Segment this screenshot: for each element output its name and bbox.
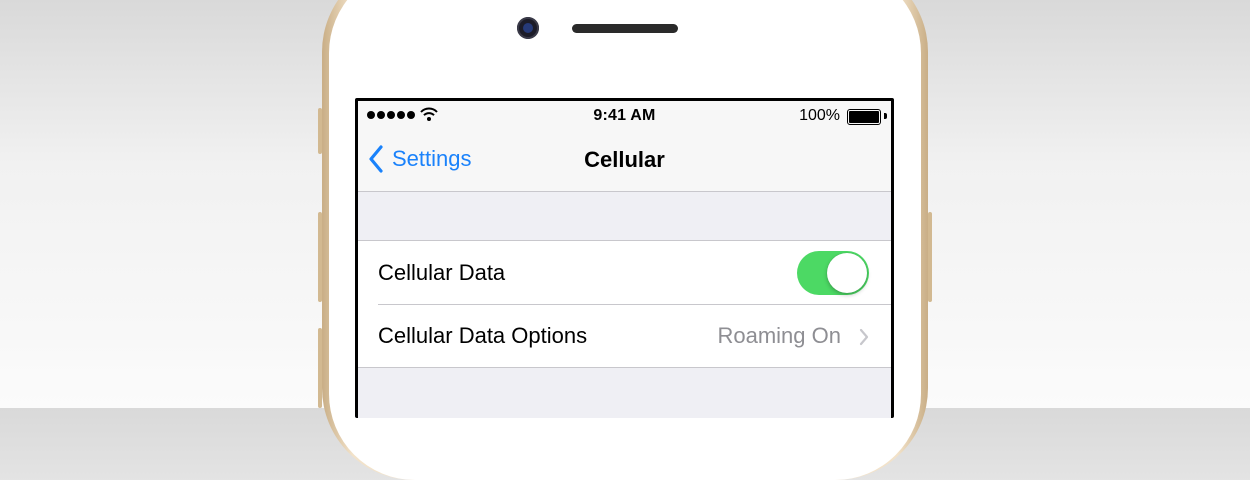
settings-group: Cellular Data Cellular Data Options Roam… xyxy=(358,240,891,368)
phone-screen: 9:41 AM 100% Settings Cellular Cellular … xyxy=(355,98,894,418)
side-button-upper xyxy=(318,108,322,154)
toggle-knob xyxy=(827,253,867,293)
roaming-status-value: Roaming On xyxy=(717,323,841,348)
navigation-bar: 9:41 AM 100% Settings Cellular xyxy=(358,101,891,192)
side-button-lower xyxy=(318,328,322,408)
front-camera xyxy=(517,17,539,39)
chevron-right-icon xyxy=(859,328,869,346)
cellular-data-label: Cellular Data xyxy=(378,259,506,285)
battery-icon xyxy=(847,109,881,125)
earpiece-speaker xyxy=(572,24,678,33)
cellular-data-row: Cellular Data xyxy=(358,241,891,304)
status-bar: 9:41 AM 100% xyxy=(358,101,891,129)
page-title: Cellular xyxy=(584,147,665,172)
cellular-data-toggle[interactable] xyxy=(797,251,869,295)
cellular-data-options-row[interactable]: Cellular Data Options Roaming On xyxy=(358,304,891,367)
side-button-middle xyxy=(318,212,322,302)
battery-level xyxy=(849,111,879,123)
battery-percentage: 100% xyxy=(799,107,840,124)
settings-display: 9:41 AM 100% Settings Cellular Cellular … xyxy=(358,101,891,418)
cellular-data-options-label: Cellular Data Options xyxy=(378,322,588,348)
side-button-right xyxy=(928,212,932,302)
battery-tip xyxy=(884,113,887,119)
